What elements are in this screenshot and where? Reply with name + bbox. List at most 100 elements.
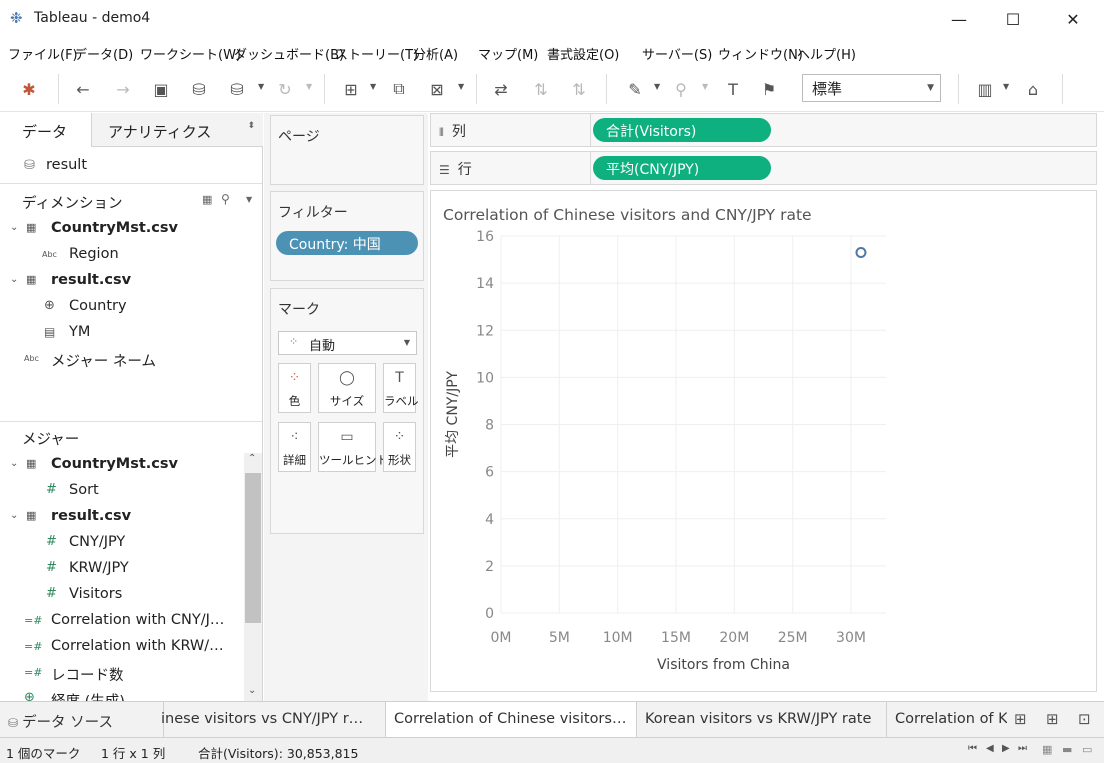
- field-correlation-krw[interactable]: =# Correlation with KRW/…: [0, 635, 244, 661]
- swap-rows-columns-icon[interactable]: ⇄: [488, 76, 514, 102]
- rows-pill-cny-jpy[interactable]: 平均(CNY/JPY): [593, 156, 771, 180]
- show-mark-labels-icon[interactable]: T: [720, 76, 746, 102]
- menu-dashboard[interactable]: ダッシュボード(B): [234, 44, 344, 63]
- columns-pill-visitors[interactable]: 合計(Visitors): [593, 118, 771, 142]
- tableau-home-icon[interactable]: ✱: [16, 76, 42, 102]
- sort-descending-icon[interactable]: ⇅: [566, 76, 592, 102]
- group-members-icon[interactable]: ⚲: [668, 76, 694, 102]
- collapse-caret-icon[interactable]: ⌄: [10, 222, 18, 233]
- pause-updates-icon[interactable]: ⛁: [224, 76, 250, 102]
- duplicate-sheet-icon[interactable]: ⧉: [386, 76, 412, 102]
- redo-icon[interactable]: →: [110, 76, 136, 102]
- field-visitors[interactable]: # Visitors: [0, 583, 244, 609]
- sort-ascending-icon[interactable]: ⇅: [528, 76, 554, 102]
- menu-server[interactable]: サーバー(S): [642, 44, 712, 63]
- menu-file[interactable]: ファイル(F): [8, 44, 78, 63]
- tree-table-countrymst-measures[interactable]: ⌄ ▦ CountryMst.csv: [0, 453, 244, 479]
- save-icon[interactable]: ▣: [148, 76, 174, 102]
- search-icon[interactable]: ⚲: [221, 192, 230, 206]
- prev-sheet-icon[interactable]: ◀: [986, 743, 994, 754]
- show-sheet-sorter-icon[interactable]: ▦: [1042, 743, 1052, 756]
- new-datasource-icon[interactable]: ⛁: [186, 76, 212, 102]
- scroll-thumb[interactable]: [245, 473, 261, 623]
- field-krw-jpy[interactable]: # KRW/JPY: [0, 557, 244, 583]
- fix-axes-icon[interactable]: ⚑: [756, 76, 782, 102]
- tree-table-countrymst[interactable]: ⌄ ▦ CountryMst.csv: [0, 217, 244, 243]
- close-button[interactable]: ✕: [1050, 0, 1096, 38]
- field-cny-jpy[interactable]: # CNY/JPY: [0, 531, 244, 557]
- next-sheet-icon[interactable]: ▶: [1002, 743, 1010, 754]
- presentation-mode-icon[interactable]: ⌂: [1020, 76, 1046, 102]
- field-longitude[interactable]: ⊕ 経度 (生成): [0, 687, 244, 701]
- menu-help[interactable]: ヘルプ(H): [797, 44, 856, 63]
- clear-sheet-icon[interactable]: ⊠: [424, 76, 450, 102]
- undo-icon[interactable]: ←: [70, 76, 96, 102]
- refresh-icon[interactable]: ↻: [272, 76, 298, 102]
- new-story-tab-icon[interactable]: ⊡: [1078, 710, 1091, 728]
- sheet-tab-1[interactable]: inese visitors vs CNY/JPY r…: [152, 702, 386, 738]
- menu-story[interactable]: ストーリー(T): [335, 44, 418, 63]
- data-point[interactable]: [855, 246, 867, 258]
- view-options-icon[interactable]: ▦: [202, 193, 212, 206]
- shape-button[interactable]: ⁘ 形状: [383, 422, 416, 472]
- menu-data[interactable]: データ(D): [74, 44, 133, 63]
- mark-type-dropdown[interactable]: ⁘ 自動 ▼: [278, 331, 417, 355]
- scroll-down-icon[interactable]: ⌄: [248, 685, 256, 696]
- cards-column: ページ フィルター Country: 中国 マーク ⁘ 自動 ▼ ⁘ 色 ◯ サ…: [264, 113, 428, 701]
- menu-map[interactable]: マップ(M): [478, 44, 538, 63]
- minimize-button[interactable]: —: [936, 0, 982, 38]
- collapse-caret-icon[interactable]: ⌄: [10, 274, 18, 285]
- maximize-button[interactable]: ☐: [990, 0, 1036, 38]
- new-worksheet-tab-icon[interactable]: ⊞: [1014, 710, 1027, 728]
- menu-format[interactable]: 書式設定(O): [547, 44, 619, 63]
- show-filmstrip-icon[interactable]: ▬: [1062, 743, 1072, 756]
- filter-pill-country[interactable]: Country: 中国: [276, 231, 418, 255]
- first-sheet-icon[interactable]: ⏮: [968, 743, 977, 754]
- dimensions-menu-caret-icon[interactable]: ▼: [246, 195, 252, 204]
- collapse-caret-icon[interactable]: ⌄: [10, 458, 18, 469]
- label-button[interactable]: T ラベル: [383, 363, 419, 413]
- filters-card[interactable]: フィルター Country: 中国: [270, 191, 424, 281]
- field-record-count[interactable]: =# レコード数: [0, 661, 244, 687]
- tab-analytics[interactable]: アナリティクス ⬍: [92, 113, 263, 147]
- highlight-icon[interactable]: ✎: [622, 76, 648, 102]
- tree-table-result-measures[interactable]: ⌄ ▦ result.csv: [0, 505, 244, 531]
- sheet-tab-3[interactable]: Korean visitors vs KRW/JPY rate: [637, 702, 887, 738]
- field-region[interactable]: Abc Region: [0, 243, 244, 269]
- menu-worksheet[interactable]: ワークシート(W): [140, 44, 241, 63]
- new-worksheet-icon[interactable]: ⊞: [338, 76, 364, 102]
- field-measure-names[interactable]: Abc メジャー ネーム: [0, 347, 244, 373]
- tab-arrows-icon: ⬍: [247, 121, 255, 131]
- sheet-tab-4[interactable]: Correlation of K: [887, 702, 1007, 738]
- show-tabs-icon[interactable]: ▭: [1082, 743, 1092, 756]
- rows-shelf[interactable]: ☰ 行 平均(CNY/JPY): [430, 151, 1097, 185]
- field-country[interactable]: ⊕ Country: [0, 295, 244, 321]
- show-me-icon[interactable]: ▥: [972, 76, 998, 102]
- tree-table-result[interactable]: ⌄ ▦ result.csv: [0, 269, 244, 295]
- field-correlation-cny[interactable]: =# Correlation with CNY/J…: [0, 609, 244, 635]
- datasource-tab[interactable]: ⛁ データ ソース: [0, 702, 164, 738]
- sheet-tab-label: inese visitors vs CNY/JPY r…: [161, 711, 364, 727]
- collapse-caret-icon[interactable]: ⌄: [10, 510, 18, 521]
- field-ym[interactable]: ▤ YM: [0, 321, 244, 347]
- tab-data[interactable]: データ: [0, 113, 92, 147]
- fit-dropdown[interactable]: 標準 ▼: [802, 74, 941, 102]
- color-button[interactable]: ⁘ 色: [278, 363, 311, 413]
- x-axis-title: Visitors from China: [657, 657, 790, 673]
- menu-analysis[interactable]: 分析(A): [413, 44, 458, 63]
- columns-shelf[interactable]: ⦀ 列 合計(Visitors): [430, 113, 1097, 147]
- measures-scrollbar[interactable]: ⌃ ⌄: [244, 453, 262, 701]
- detail-button[interactable]: ⁖ 詳細: [278, 422, 311, 472]
- size-button[interactable]: ◯ サイズ: [318, 363, 376, 413]
- field-sort[interactable]: # Sort: [0, 479, 244, 505]
- scatter-chart[interactable]: 0 2 4 6 8 10 12 14 16 0M 5M 10M 15M 20M 25M 30M Visitors…: [431, 191, 1096, 691]
- scroll-up-icon[interactable]: ⌃: [248, 453, 256, 464]
- shape-label: 形状: [388, 453, 411, 467]
- tooltip-button[interactable]: ▭ ツールヒント: [318, 422, 388, 472]
- menu-window[interactable]: ウィンドウ(N): [718, 44, 803, 63]
- pages-card[interactable]: ページ: [270, 115, 424, 185]
- filters-title: フィルター: [278, 205, 348, 221]
- new-dashboard-tab-icon[interactable]: ⊞: [1046, 710, 1059, 728]
- sheet-tab-2[interactable]: Correlation of Chinese visitors…: [386, 702, 637, 738]
- last-sheet-icon[interactable]: ⏭: [1018, 743, 1027, 754]
